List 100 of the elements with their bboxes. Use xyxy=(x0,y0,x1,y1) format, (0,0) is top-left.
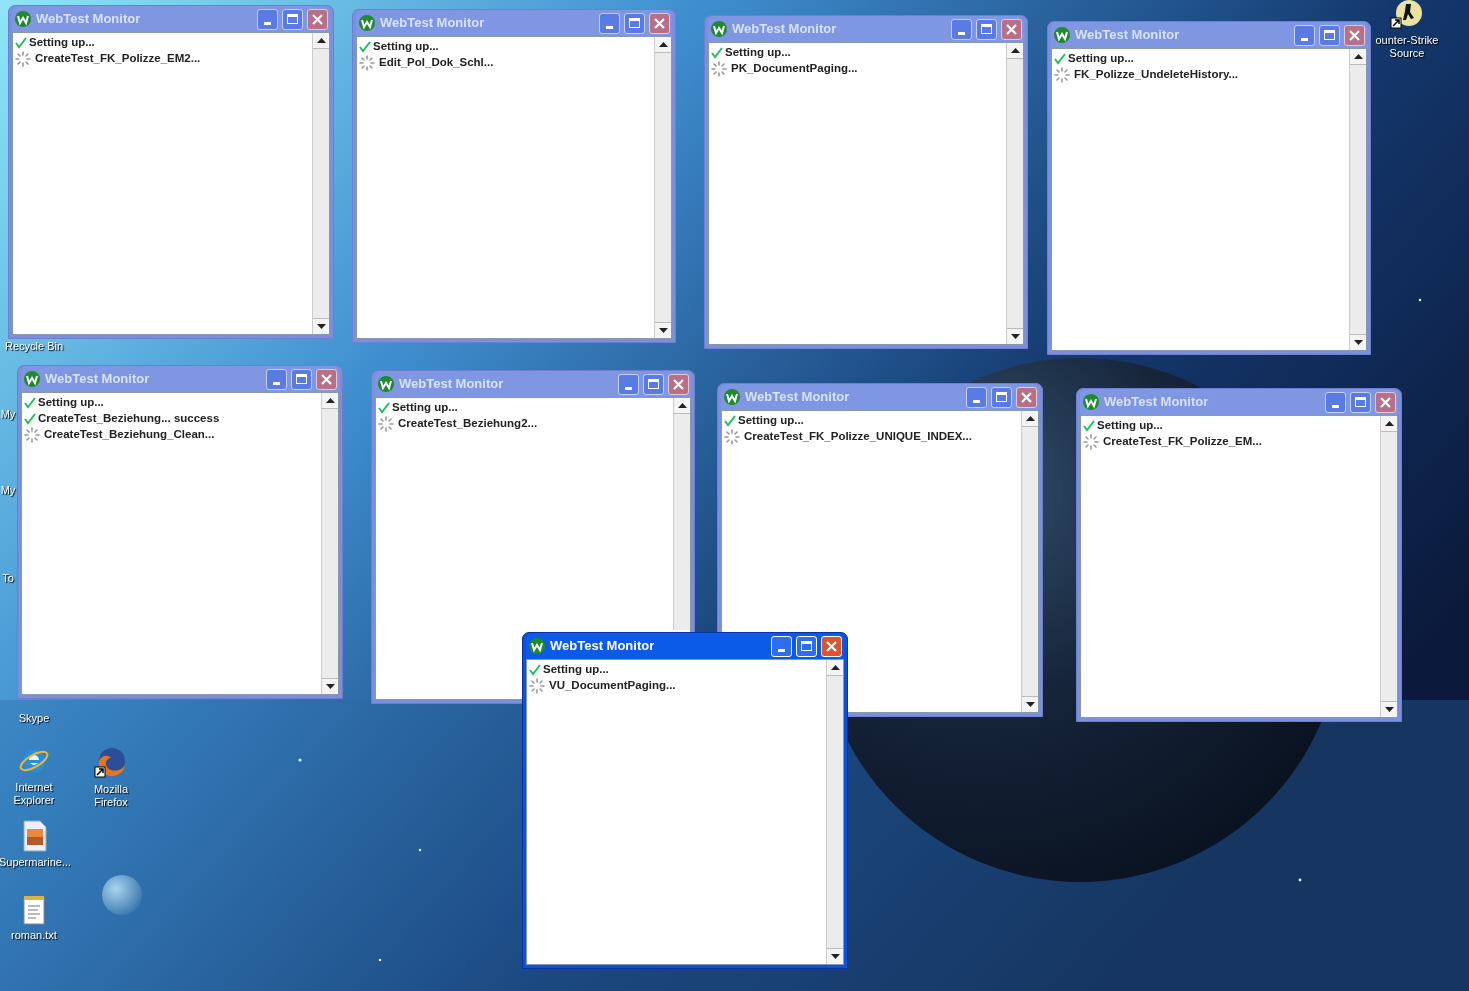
scrollbar[interactable] xyxy=(654,37,671,338)
icon-label[interactable]: Skype xyxy=(18,712,50,725)
window-title: WebTest Monitor xyxy=(380,14,486,33)
maximize-button[interactable] xyxy=(282,8,303,30)
minimize-button[interactable] xyxy=(966,386,987,408)
window-title: WebTest Monitor xyxy=(550,637,656,656)
scroll-up-button[interactable] xyxy=(827,660,843,676)
title-bar[interactable]: WebTest Monitor xyxy=(356,10,672,36)
maximize-button[interactable] xyxy=(624,12,645,34)
scroll-up-button[interactable] xyxy=(655,37,671,53)
scroll-down-button[interactable] xyxy=(655,322,671,338)
scroll-up-button[interactable] xyxy=(1350,49,1366,65)
minimize-button[interactable] xyxy=(257,8,278,30)
icon-label[interactable]: roman.txt xyxy=(11,929,57,942)
log-line: Setting up... xyxy=(1068,51,1134,67)
scrollbar[interactable] xyxy=(1380,416,1397,717)
app-logo-icon xyxy=(14,10,32,28)
up-arrow-icon xyxy=(677,403,687,408)
maximize-button[interactable] xyxy=(291,368,312,390)
icon-label[interactable]: Supermarine... xyxy=(0,856,72,869)
scroll-up-button[interactable] xyxy=(1381,416,1397,432)
title-bar[interactable]: WebTest Monitor xyxy=(12,6,330,32)
app-logo-icon xyxy=(377,375,395,393)
log-line: Setting up... xyxy=(38,395,104,411)
close-button[interactable] xyxy=(1375,391,1396,413)
log-line: CreateTest_FK_Polizze_EM2... xyxy=(35,51,201,67)
minimize-button[interactable] xyxy=(599,12,620,34)
icon-label[interactable]: My xyxy=(0,408,16,421)
scroll-up-button[interactable] xyxy=(313,33,329,49)
scroll-down-button[interactable] xyxy=(322,678,338,694)
log-line: Setting up... xyxy=(392,400,458,416)
maximize-button[interactable] xyxy=(1319,24,1340,46)
app-logo-icon xyxy=(710,20,728,38)
scroll-down-button[interactable] xyxy=(1381,701,1397,717)
icon-label[interactable]: Mozilla Firefox xyxy=(76,783,146,809)
fox-globe-icon[interactable] xyxy=(94,745,128,779)
scrollbar[interactable] xyxy=(826,660,843,964)
icon-label[interactable]: Internet Explorer xyxy=(8,781,60,807)
scrollbar[interactable] xyxy=(321,393,338,694)
up-arrow-icon xyxy=(1384,421,1394,426)
image-file-icon[interactable] xyxy=(22,820,48,852)
log-line: CreateTest_FK_Polizze_UNIQUE_INDEX... xyxy=(744,429,972,445)
title-bar[interactable]: WebTest Monitor xyxy=(1080,389,1398,415)
app-logo-icon xyxy=(1053,26,1071,44)
scroll-up-button[interactable] xyxy=(1022,411,1038,427)
close-button[interactable] xyxy=(1016,386,1037,408)
close-button[interactable] xyxy=(668,373,689,395)
scrollbar[interactable] xyxy=(1006,43,1023,344)
scroll-down-button[interactable] xyxy=(1007,328,1023,344)
title-bar[interactable]: WebTest Monitor xyxy=(21,366,339,392)
minimize-button[interactable] xyxy=(1325,391,1346,413)
title-bar[interactable]: WebTest Monitor xyxy=(1051,22,1367,48)
minimize-button[interactable] xyxy=(1294,24,1315,46)
window-title: WebTest Monitor xyxy=(399,375,505,394)
icon-label[interactable]: Recycle Bin xyxy=(4,340,64,353)
scrollbar[interactable] xyxy=(1349,49,1366,350)
up-arrow-icon xyxy=(325,398,335,403)
minimize-button[interactable] xyxy=(951,18,972,40)
window-title: WebTest Monitor xyxy=(745,388,851,407)
log-line: Setting up... xyxy=(725,45,791,61)
scroll-up-button[interactable] xyxy=(674,398,690,414)
maximize-button[interactable] xyxy=(991,386,1012,408)
minimize-button[interactable] xyxy=(266,368,287,390)
icon-label[interactable]: My xyxy=(0,484,16,497)
icon-label[interactable]: ounter-Strike Source xyxy=(1372,34,1442,60)
maximize-button[interactable] xyxy=(1350,391,1371,413)
close-button[interactable] xyxy=(649,12,670,34)
window-title: WebTest Monitor xyxy=(36,10,142,29)
maximize-button[interactable] xyxy=(976,18,997,40)
scrollbar[interactable] xyxy=(312,33,329,334)
title-bar[interactable]: WebTest Monitor xyxy=(708,16,1024,42)
scrollbar[interactable] xyxy=(673,398,690,630)
app-logo-icon xyxy=(358,14,376,32)
scroll-up-button[interactable] xyxy=(1007,43,1023,59)
log-line: Setting up... xyxy=(738,413,804,429)
down-arrow-icon xyxy=(1025,702,1035,707)
figure-disc-icon[interactable] xyxy=(1390,0,1424,30)
scroll-down-button[interactable] xyxy=(827,948,843,964)
maximize-button[interactable] xyxy=(643,373,664,395)
log-line: CreateTest_Beziehung2... xyxy=(398,416,538,432)
log-line: Edit_Pol_Dok_Schl... xyxy=(379,55,494,71)
close-button[interactable] xyxy=(1001,18,1022,40)
title-bar[interactable]: WebTest Monitor xyxy=(375,371,691,397)
minimize-button[interactable] xyxy=(618,373,639,395)
close-button[interactable] xyxy=(316,368,337,390)
close-button[interactable] xyxy=(307,8,328,30)
down-arrow-icon xyxy=(1384,707,1394,712)
scroll-down-button[interactable] xyxy=(313,318,329,334)
scroll-down-button[interactable] xyxy=(1350,334,1366,350)
title-bar[interactable]: WebTest Monitor xyxy=(721,384,1039,410)
log-line: CreateTest_FK_Polizze_EM... xyxy=(1103,434,1262,450)
scroll-up-button[interactable] xyxy=(322,393,338,409)
scroll-down-button[interactable] xyxy=(1022,696,1038,712)
app-logo-icon xyxy=(528,637,546,655)
scrollbar[interactable] xyxy=(1021,411,1038,712)
icon-label[interactable]: To xyxy=(2,572,14,585)
close-button[interactable] xyxy=(1344,24,1365,46)
notepad-icon[interactable] xyxy=(22,895,46,925)
down-arrow-icon xyxy=(658,328,668,333)
window-title: WebTest Monitor xyxy=(732,20,838,39)
